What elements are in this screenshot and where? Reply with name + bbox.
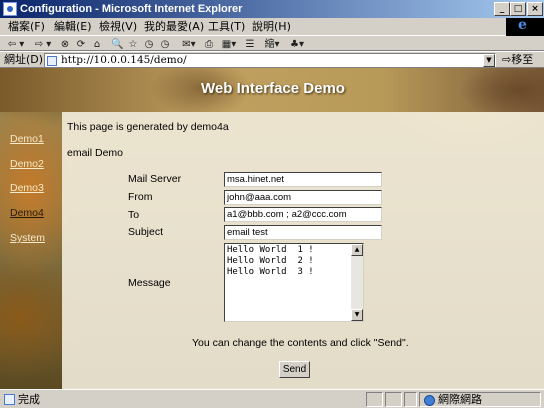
messenger-button[interactable]: ♣▾	[286, 38, 308, 51]
address-input[interactable]: http://10.0.0.145/demo/ ▼	[44, 53, 496, 68]
page-done-icon	[4, 394, 15, 405]
menu-help[interactable]: 說明(H)	[250, 20, 293, 34]
message-line: Hello World 2 !	[227, 256, 314, 266]
subject-label: Subject	[128, 226, 164, 238]
ie-logo-icon	[506, 17, 544, 36]
back-button[interactable]: ⇦ ▾	[3, 38, 29, 51]
message-label: Message	[128, 277, 171, 289]
message-line: Hello World 3 !	[227, 267, 314, 277]
sidebar-nav: Demo1 Demo2 Demo3 Demo4 System	[0, 112, 62, 389]
address-url[interactable]: http://10.0.0.145/demo/	[61, 54, 187, 67]
search-icon[interactable]: 🔍	[111, 38, 123, 51]
close-button[interactable]: ×	[527, 2, 543, 16]
zone-text: 網際網路	[438, 393, 482, 406]
page-icon	[47, 56, 57, 66]
to-input[interactable]: a1@bbb.com ; a2@ccc.com	[224, 207, 382, 222]
sidebar-link-demo2[interactable]: Demo2	[10, 158, 44, 171]
from-label: From	[128, 191, 153, 203]
status-text: 完成	[18, 393, 40, 406]
menu-tools[interactable]: 工具(T)	[206, 20, 247, 34]
hint-text: You can change the contents and click "S…	[192, 337, 409, 349]
status-bar: 完成 網際網路	[0, 389, 544, 408]
minimize-button[interactable]: _	[494, 2, 510, 16]
window-title: Configuration - Microsoft Internet Explo…	[20, 3, 243, 15]
address-dropdown-icon[interactable]: ▼	[483, 54, 495, 67]
standard-toolbar: ⇦ ▾ ⇨ ▾ ⊗ ⟳ ⌂ 🔍 ☆ ◷ ◷ ✉▾ ⎙ ▦▾ ☰ 縮▾ ♣▾	[0, 37, 544, 51]
subject-input[interactable]: email test	[224, 225, 382, 240]
menu-edit[interactable]: 編輯(E)	[52, 20, 94, 34]
mail-server-input[interactable]: msa.hinet.net	[224, 172, 382, 187]
intro-text: This page is generated by demo4a	[67, 121, 229, 133]
page-banner: Web Interface Demo	[0, 68, 544, 112]
scroll-down-icon[interactable]: ▼	[351, 309, 363, 321]
sidebar-link-demo1[interactable]: Demo1	[10, 133, 44, 146]
sidebar-link-demo4[interactable]: Demo4	[10, 207, 44, 220]
stop-icon[interactable]: ⊗	[59, 38, 71, 51]
maximize-button[interactable]: □	[510, 2, 526, 16]
from-input[interactable]: john@aaa.com	[224, 190, 382, 205]
scroll-up-icon[interactable]: ▲	[351, 244, 363, 256]
discuss-icon[interactable]: ☰	[243, 38, 257, 51]
zone-cell: 網際網路	[419, 392, 541, 407]
edit-button[interactable]: ▦▾	[219, 38, 239, 51]
go-button[interactable]: ⇨移至	[502, 53, 533, 67]
media-icon[interactable]: ◷	[159, 38, 171, 51]
send-button[interactable]: Send	[279, 361, 310, 378]
menu-view[interactable]: 檢視(V)	[97, 20, 139, 34]
status-cell	[366, 392, 383, 407]
message-scrollbar[interactable]: ▲ ▼	[351, 244, 363, 321]
message-textarea[interactable]: Hello World 1 ! Hello World 2 ! Hello Wo…	[224, 243, 364, 322]
ie-page-icon	[3, 2, 17, 16]
message-line: Hello World 1 !	[227, 245, 314, 255]
sidebar-link-system[interactable]: System	[10, 232, 45, 245]
menu-favorites[interactable]: 我的最愛(A)	[142, 20, 206, 34]
window-titlebar: Configuration - Microsoft Internet Explo…	[0, 0, 544, 18]
to-label: To	[128, 209, 140, 221]
address-bar: 網址(D) http://10.0.0.145/demo/ ▼ ⇨移至	[0, 51, 544, 68]
section-title: email Demo	[67, 147, 124, 159]
mail-button[interactable]: ✉▾	[179, 38, 199, 51]
globe-icon	[424, 395, 435, 406]
favorites-icon[interactable]: ☆	[127, 38, 139, 51]
forward-button[interactable]: ⇨ ▾	[31, 38, 55, 51]
history-icon[interactable]: ◷	[143, 38, 155, 51]
home-icon[interactable]: ⌂	[91, 38, 103, 51]
fonts-button[interactable]: 縮▾	[261, 38, 283, 51]
sidebar-link-demo3[interactable]: Demo3	[10, 182, 44, 195]
status-cell	[404, 392, 417, 407]
mail-server-label: Mail Server	[128, 173, 182, 185]
refresh-icon[interactable]: ⟳	[75, 38, 87, 51]
status-cell	[385, 392, 402, 407]
menu-bar: 檔案(F) 編輯(E) 檢視(V) 我的最愛(A) 工具(T) 說明(H)	[0, 17, 544, 36]
page-title: Web Interface Demo	[201, 80, 345, 97]
menu-file[interactable]: 檔案(F)	[6, 20, 47, 34]
address-label: 網址(D)	[4, 53, 44, 66]
print-icon[interactable]: ⎙	[203, 38, 215, 51]
